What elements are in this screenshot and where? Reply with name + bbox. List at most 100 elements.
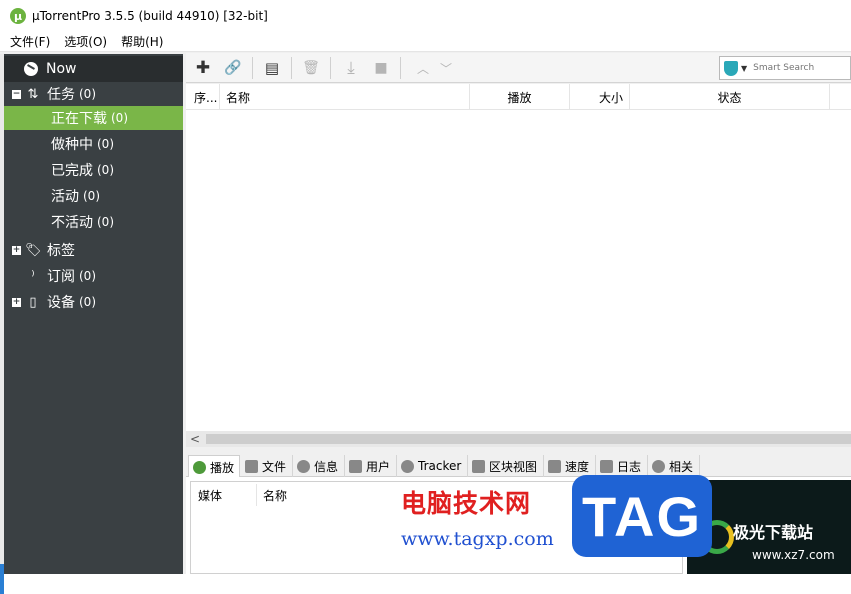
move-up-button[interactable]: ︿ [412,58,434,78]
watermark-title: 电脑技术网 [401,489,532,518]
sidebar-item-now[interactable]: Now [4,56,183,82]
tag-icon: 🏷 [25,242,42,258]
sidebar-item-seeding[interactable]: 做种中 (0) [4,132,183,156]
menu-bar: 文件(F) 选项(O) 帮助(H) [0,32,851,52]
column-header-size[interactable]: 大小 [570,84,630,110]
tab-label: 速度 [565,459,590,474]
sidebar-item-count: (0) [79,269,96,283]
start-button[interactable]: ⤓ [340,58,362,78]
sidebar-item-tasks[interactable]: − ⇅ 任务 (0) [4,82,183,106]
tab-peers[interactable]: 用户 [345,455,397,477]
smart-search-box[interactable]: ▼ [719,56,851,80]
sidebar-item-count: (0) [97,137,114,151]
sidebar-item-label: 已完成 [51,163,93,179]
window-title: µTorrentPro 3.5.5 (build 44910) [32-bit] [32,9,268,23]
toolbar: ✚ 🔗 ▤ 🗑 ⤓ ■ ︿ ﹀ ▼ [186,53,851,83]
sidebar-item-label: 不活动 [51,215,93,231]
tracker-icon [401,459,414,473]
column-label: 序... [194,90,218,105]
add-url-button[interactable]: 🔗 [222,58,244,78]
now-icon [24,62,38,76]
expand-icon[interactable]: + [12,245,21,255]
column-header-play[interactable]: 播放 [470,84,570,110]
scroll-left-icon[interactable]: < [190,431,200,447]
menu-help[interactable]: 帮助(H) [121,33,163,50]
watermark-site-name: 极光下载站 [733,523,814,542]
lightbulb-icon [652,459,665,473]
dropdown-arrow-icon[interactable]: ▼ [741,64,747,73]
watermark-url: www.tagxp.com [401,528,554,550]
phone-icon: ▯ [29,294,37,310]
stop-icon: ■ [374,60,388,76]
plus-icon: ✚ [195,58,211,78]
torrent-list-header: 序... 名称 播放 大小 状态 [186,84,851,110]
chevron-down-icon: ﹀ [439,61,452,76]
sidebar-item-count: (0) [97,215,114,229]
rss-icon: ⁾ [31,268,35,284]
collapse-icon[interactable]: − [12,89,21,99]
remove-button[interactable]: 🗑 [300,58,322,78]
sidebar-item-count: (0) [97,163,114,177]
tab-related[interactable]: 相关 [648,455,700,477]
sidebar: Now − ⇅ 任务 (0) 正在下载 (0) 做种中 (0) 已完成 (0) … [4,54,183,574]
toolbar-separator [252,57,253,79]
transfer-arrows-icon: ⇅ [27,86,39,102]
column-label: 状态 [717,90,742,105]
stop-button[interactable]: ■ [370,58,392,78]
shield-icon[interactable] [724,60,738,76]
grid-icon [472,459,485,473]
sidebar-item-label: 活动 [51,189,79,205]
sidebar-item-feeds[interactable]: ⁾ 订阅 (0) [4,264,183,288]
tab-files[interactable]: 文件 [241,455,293,477]
scrollbar-thumb[interactable] [206,434,851,444]
tab-speed[interactable]: 速度 [544,455,596,477]
title-bar: µ µTorrentPro 3.5.5 (build 44910) [32-bi… [0,0,851,32]
tab-logger[interactable]: 日志 [596,455,648,477]
tab-pieces[interactable]: 区块视图 [468,455,544,477]
tab-info[interactable]: 信息 [293,455,345,477]
menu-options[interactable]: 选项(O) [64,33,107,50]
torrent-list[interactable]: 序... 名称 播放 大小 状态 [186,84,851,431]
sidebar-item-labels[interactable]: + 🏷 标签 [4,238,183,262]
sidebar-item-count: (0) [111,111,128,125]
watermark-site-url: www.xz7.com [752,548,835,562]
expand-icon[interactable]: + [12,297,21,307]
sidebar-item-count: (0) [79,87,96,101]
column-label: 名称 [263,488,288,503]
sidebar-item-label: 做种中 [51,137,93,153]
search-input[interactable] [753,63,839,73]
column-header-status[interactable]: 状态 [630,84,830,110]
sidebar-item-completed[interactable]: 已完成 (0) [4,158,183,182]
horizontal-scrollbar[interactable]: < [186,431,851,447]
move-down-button[interactable]: ﹀ [435,58,457,78]
tab-label: 信息 [314,459,339,474]
graph-icon [548,459,561,473]
sidebar-item-inactive[interactable]: 不活动 (0) [4,210,183,234]
toolbar-separator [330,57,331,79]
column-header-media[interactable]: 媒体 [191,484,257,506]
create-torrent-button[interactable]: ▤ [261,58,283,78]
sidebar-item-devices[interactable]: + ▯ 设备 (0) [4,290,183,314]
sidebar-item-count: (0) [83,189,100,203]
watermark-tag-logo: TAG [572,475,712,557]
column-header-name[interactable]: 名称 [220,84,470,110]
tab-label: 区块视图 [489,459,538,474]
tab-label: Tracker [418,459,462,473]
tab-play[interactable]: 播放 [188,455,240,478]
tab-trackers[interactable]: Tracker [397,455,468,477]
column-header-number[interactable]: 序... [186,84,220,110]
tab-label: 用户 [366,459,391,474]
column-header-name[interactable]: 名称 [257,484,387,506]
sidebar-item-downloading[interactable]: 正在下载 (0) [4,106,183,130]
tab-label: 相关 [669,459,694,474]
utorrent-window: µ µTorrentPro 3.5.5 (build 44910) [32-bi… [0,0,851,594]
sidebar-item-label: 正在下载 [51,111,107,127]
new-file-icon: ▤ [264,59,280,77]
column-label: 名称 [226,90,251,105]
sidebar-item-label: 任务 [47,87,75,103]
sidebar-item-active[interactable]: 活动 (0) [4,184,183,208]
sidebar-item-label: Now [46,61,77,77]
tab-label: 文件 [262,459,287,474]
menu-file[interactable]: 文件(F) [10,33,50,50]
add-torrent-button[interactable]: ✚ [192,58,214,78]
